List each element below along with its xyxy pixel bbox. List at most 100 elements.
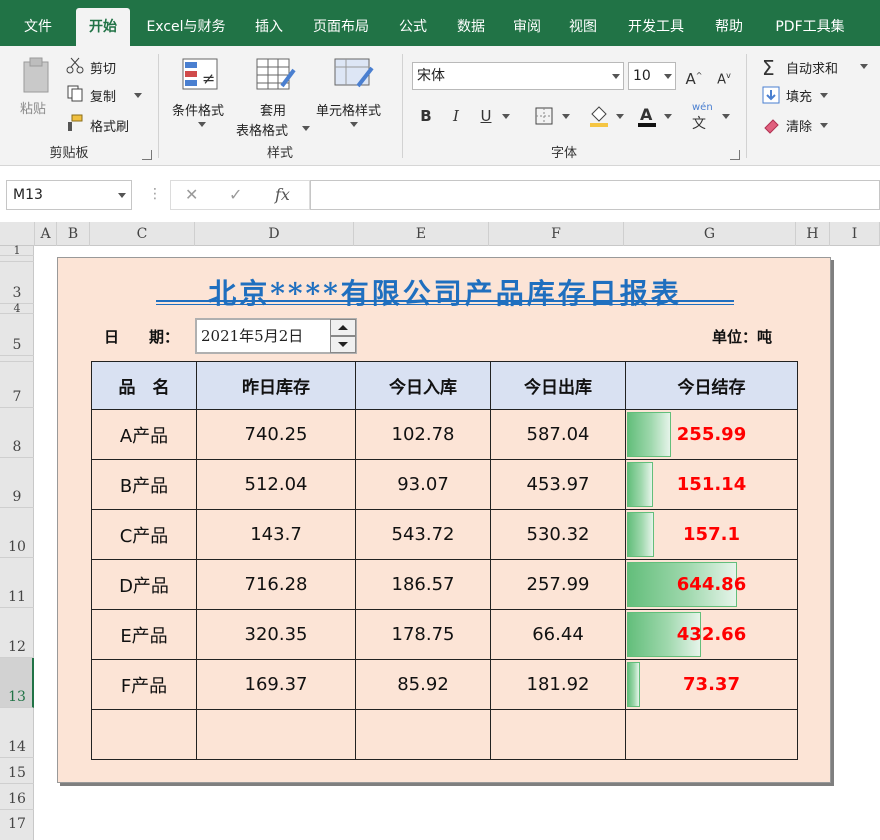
header-out[interactable]: 今日出库	[490, 361, 626, 410]
conditional-format-dropdown-icon[interactable]	[198, 122, 206, 127]
tab-home[interactable]: 开始	[76, 8, 130, 46]
header-balance[interactable]: 今日结存	[625, 361, 798, 410]
paste-icon[interactable]	[20, 56, 54, 96]
underline-dropdown-icon[interactable]	[502, 114, 510, 119]
autosum-button[interactable]: 自动求和	[786, 58, 838, 77]
row-header[interactable]: 9	[0, 458, 34, 508]
row-header-selected[interactable]: 13	[0, 658, 34, 708]
font-launcher-icon[interactable]	[730, 150, 740, 160]
row-header[interactable]: 4	[0, 302, 34, 315]
header-in[interactable]: 今日入库	[355, 361, 491, 410]
out-cell[interactable]: 587.04	[490, 409, 626, 460]
row-header[interactable]: 12	[0, 608, 34, 658]
row-header[interactable]: 1	[0, 244, 34, 257]
row-header[interactable]: 11	[0, 558, 34, 608]
table-format-button[interactable]: 表格格式	[236, 120, 288, 139]
empty-cell[interactable]	[91, 709, 197, 760]
in-cell[interactable]: 85.92	[355, 659, 491, 710]
spin-down-button[interactable]	[330, 336, 356, 353]
italic-button[interactable]: I	[444, 104, 468, 128]
spin-up-button[interactable]	[330, 319, 356, 336]
out-cell[interactable]: 453.97	[490, 459, 626, 510]
shrink-font-button[interactable]: Av	[712, 64, 736, 88]
product-cell[interactable]: D产品	[91, 559, 197, 610]
balance-cell[interactable]: 432.66	[625, 609, 798, 660]
balance-cell[interactable]: 255.99	[625, 409, 798, 460]
cancel-icon[interactable]: ✕	[185, 185, 198, 204]
table-format-label-1[interactable]: 套用	[260, 100, 286, 119]
empty-cell[interactable]	[355, 709, 491, 760]
column-header[interactable]: C	[90, 222, 195, 246]
in-cell[interactable]: 543.72	[355, 509, 491, 560]
fill-button[interactable]: 填充	[786, 86, 812, 105]
tab-review[interactable]: 审阅	[500, 8, 554, 46]
balance-cell[interactable]: 157.1	[625, 509, 798, 560]
in-cell[interactable]: 178.75	[355, 609, 491, 660]
empty-cell[interactable]	[196, 709, 356, 760]
font-color-icon[interactable]: A	[636, 104, 658, 132]
insert-function-icon[interactable]: fx	[275, 185, 290, 204]
product-cell[interactable]: C产品	[91, 509, 197, 560]
empty-cell[interactable]	[625, 709, 798, 760]
underline-button[interactable]: U	[474, 104, 498, 128]
phonetic-icon[interactable]: wén 文	[692, 102, 713, 133]
empty-cell[interactable]	[490, 709, 626, 760]
out-cell[interactable]: 257.99	[490, 559, 626, 610]
balance-cell[interactable]: 644.86	[625, 559, 798, 610]
cell-styles-button[interactable]: 单元格样式	[316, 100, 381, 119]
row-header[interactable]: 14	[0, 708, 34, 758]
font-name-select[interactable]: 宋体	[412, 62, 624, 90]
clipboard-launcher-icon[interactable]	[142, 150, 152, 160]
copy-dropdown-icon[interactable]	[134, 93, 142, 98]
tab-view[interactable]: 视图	[556, 8, 610, 46]
row-header[interactable]: 17	[0, 810, 34, 840]
prev-stock-cell[interactable]: 143.7	[196, 509, 356, 560]
fill-dropdown-icon[interactable]	[820, 93, 828, 98]
enter-icon[interactable]: ✓	[229, 185, 242, 204]
row-header[interactable]: 15	[0, 758, 34, 784]
product-cell[interactable]: B产品	[91, 459, 197, 510]
date-spinner[interactable]	[330, 319, 356, 353]
borders-dropdown-icon[interactable]	[562, 114, 570, 119]
prev-stock-cell[interactable]: 320.35	[196, 609, 356, 660]
balance-cell[interactable]: 73.37	[625, 659, 798, 710]
prev-stock-cell[interactable]: 716.28	[196, 559, 356, 610]
row-header[interactable]: 5	[0, 314, 34, 356]
in-cell[interactable]: 93.07	[355, 459, 491, 510]
out-cell[interactable]: 66.44	[490, 609, 626, 660]
tab-file[interactable]: 文件	[8, 8, 68, 46]
row-header[interactable]: 10	[0, 508, 34, 558]
header-prev-stock[interactable]: 昨日库存	[196, 361, 356, 410]
row-header[interactable]: 7	[0, 362, 34, 408]
grow-font-button[interactable]: A^	[682, 64, 706, 88]
tab-developer[interactable]: 开发工具	[616, 8, 696, 46]
out-cell[interactable]: 181.92	[490, 659, 626, 710]
tab-formulas[interactable]: 公式	[386, 8, 440, 46]
fill-color-dropdown-icon[interactable]	[616, 114, 624, 119]
column-header[interactable]: B	[57, 222, 90, 246]
fill-color-icon[interactable]	[588, 104, 610, 132]
autosum-dropdown-icon[interactable]	[860, 64, 868, 69]
font-size-dropdown-icon[interactable]	[664, 74, 672, 79]
tab-pdf-tools[interactable]: PDF工具集	[762, 8, 858, 46]
font-name-dropdown-icon[interactable]	[612, 74, 620, 79]
row-header[interactable]: 3	[0, 262, 34, 304]
in-cell[interactable]: 102.78	[355, 409, 491, 460]
column-header[interactable]: G	[624, 222, 796, 246]
bold-button[interactable]: B	[414, 104, 438, 128]
conditional-format-button[interactable]: 条件格式	[172, 100, 224, 119]
tab-insert[interactable]: 插入	[242, 8, 296, 46]
column-header[interactable]: A	[35, 222, 57, 246]
column-header[interactable]: H	[796, 222, 830, 246]
column-header[interactable]: I	[830, 222, 880, 246]
cut-button[interactable]: 剪切	[90, 58, 116, 77]
tab-help[interactable]: 帮助	[702, 8, 756, 46]
out-cell[interactable]: 530.32	[490, 509, 626, 560]
format-painter-button[interactable]: 格式刷	[90, 116, 129, 135]
borders-icon[interactable]	[534, 106, 554, 130]
tab-data[interactable]: 数据	[444, 8, 498, 46]
phonetic-dropdown-icon[interactable]	[722, 114, 730, 119]
prev-stock-cell[interactable]: 169.37	[196, 659, 356, 710]
product-cell[interactable]: F产品	[91, 659, 197, 710]
header-product[interactable]: 品 名	[91, 361, 197, 410]
